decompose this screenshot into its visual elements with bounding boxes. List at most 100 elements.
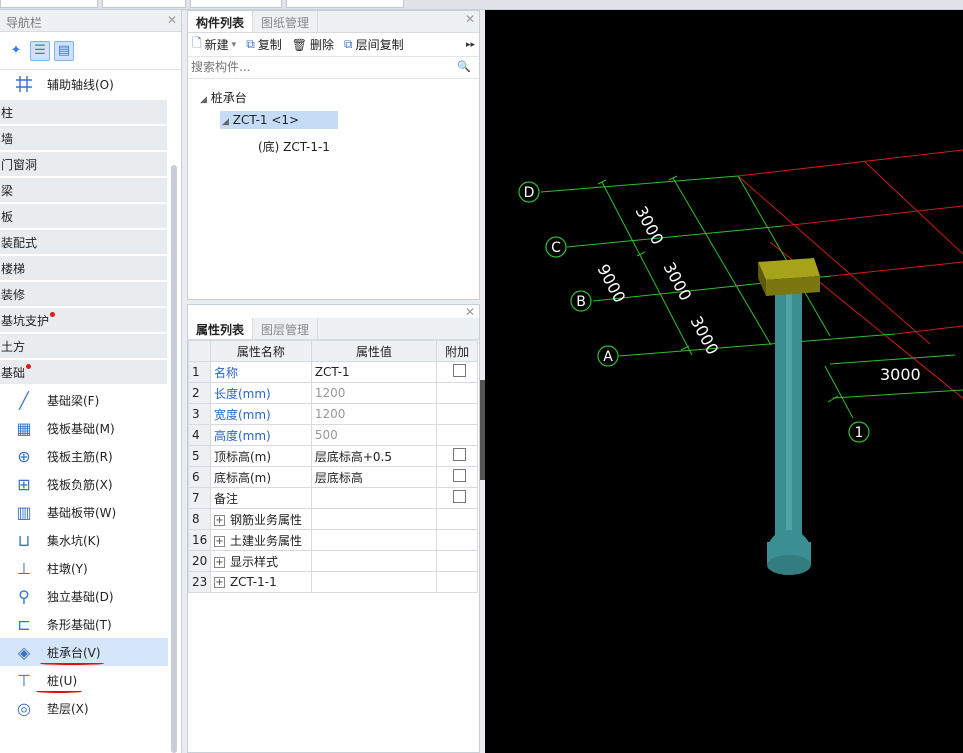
nav-category[interactable]: 土方 xyxy=(0,334,167,358)
property-name: 顶标高(m) xyxy=(209,445,312,467)
property-row[interactable]: 23 + ZCT-1-1 xyxy=(188,571,478,593)
more-icon[interactable]: ▸▸ xyxy=(466,40,475,50)
close-icon[interactable]: ✕ xyxy=(465,305,475,319)
delete-button[interactable]: 🗑 删除 xyxy=(292,36,334,53)
type-selector[interactable] xyxy=(190,0,282,8)
nav-category[interactable]: 装修 xyxy=(0,282,167,306)
search-input[interactable] xyxy=(188,57,448,77)
expand-icon[interactable]: + xyxy=(213,535,225,547)
nav-header: 导航栏 ✕ xyxy=(0,10,181,32)
nav-item-label: 垫层(X) xyxy=(47,701,89,716)
pile-model[interactable] xyxy=(758,258,820,575)
floor-selector[interactable] xyxy=(0,0,98,8)
property-row[interactable]: 16 + 土建业务属性 xyxy=(188,529,478,551)
property-value[interactable]: 1200 xyxy=(310,382,438,404)
nav-item[interactable]: ⊏ 条形基础(T) xyxy=(0,610,181,638)
collapse-icon[interactable]: ◢ xyxy=(222,117,229,127)
nav-item[interactable]: ⊔ 集水坑(K) xyxy=(0,526,181,554)
expand-icon[interactable]: + xyxy=(213,556,225,568)
close-icon[interactable]: ✕ xyxy=(167,13,177,27)
nav-category[interactable]: 基坑支护 xyxy=(0,308,167,332)
property-row[interactable]: 7 备注 xyxy=(188,487,478,509)
notification-dot xyxy=(26,363,32,369)
property-row[interactable]: 3 宽度(mm) 1200 xyxy=(188,403,478,425)
property-row[interactable]: 2 长度(mm) 1200 xyxy=(188,382,478,404)
floor-copy-button[interactable]: ⧉ 层间复制 xyxy=(344,36,404,53)
property-value[interactable] xyxy=(310,571,438,593)
property-row[interactable]: 6 底标高(m) 层底标高 xyxy=(188,466,478,488)
tab-component-list[interactable]: 构件列表 xyxy=(188,11,254,32)
nav-category[interactable]: 楼梯 xyxy=(0,256,167,280)
nav-item[interactable]: ◎ 垫层(X) xyxy=(0,694,181,722)
property-value[interactable] xyxy=(310,550,438,572)
nav-category[interactable]: 柱 xyxy=(0,100,167,124)
component-toolbar: 🗋 新建 ▾ ⧉ 复制 🗑 删除 ⧉ 层间复制 ▸▸ xyxy=(188,33,479,57)
close-icon[interactable]: ✕ xyxy=(465,12,475,26)
pin-icon[interactable]: ✦ xyxy=(6,41,26,61)
new-button[interactable]: 🗋 新建 ▾ xyxy=(192,34,236,55)
property-row[interactable]: 20 + 显示样式 xyxy=(188,550,478,572)
nav-category[interactable]: 门窗洞 xyxy=(0,152,167,176)
nav-item[interactable]: ⊥ 柱墩(Y) xyxy=(0,554,181,582)
nav-category[interactable]: 板 xyxy=(0,204,167,228)
category-selector[interactable] xyxy=(102,0,186,8)
property-value[interactable]: ZCT-1 xyxy=(310,361,438,383)
nav-item[interactable]: ◈ 桩承台(V) xyxy=(0,638,168,666)
search-icon[interactable]: 🔍 xyxy=(457,60,471,73)
column-pier-icon: ⊥ xyxy=(17,558,31,578)
tab-layer-management[interactable]: 图层管理 xyxy=(253,318,319,339)
property-row[interactable]: 4 高度(mm) 500 xyxy=(188,424,478,446)
nav-category[interactable]: 墙 xyxy=(0,126,167,150)
dim-label: 3000 xyxy=(631,203,667,248)
nav-category-label: 装修 xyxy=(1,287,26,302)
tab-property-list[interactable]: 属性列表 xyxy=(188,318,254,339)
extra-checkbox[interactable] xyxy=(453,469,467,482)
viewport-canvas[interactable]: D C B A 1 3000 3000 3000 9000 3000 xyxy=(485,10,963,753)
nav-category-label: 柱 xyxy=(1,105,14,120)
list-view-icon[interactable]: ☰ xyxy=(30,40,50,61)
nav-item[interactable]: ⊕ 筏板主筋(R) xyxy=(0,442,181,470)
tree-root[interactable]: ◢ 桩承台 xyxy=(200,89,247,106)
nav-category-label: 板 xyxy=(1,209,14,224)
dim-label: 3000 xyxy=(880,365,921,384)
copy-button[interactable]: ⧉ 复制 xyxy=(246,36,282,53)
expand-icon[interactable]: + xyxy=(213,577,225,588)
component-selector[interactable] xyxy=(286,0,404,8)
extra-checkbox[interactable] xyxy=(453,448,467,461)
property-extra xyxy=(436,550,478,572)
nav-item-aux-axis[interactable]: 辅助轴线(O) xyxy=(0,70,181,98)
nav-category[interactable]: 装配式 xyxy=(0,230,167,254)
tree-node-zct1-1[interactable]: (底) ZCT-1-1 xyxy=(258,138,330,155)
dim-label: 9000 xyxy=(593,261,629,306)
property-value[interactable]: 1200 xyxy=(310,403,438,425)
detail-view-icon[interactable]: ▤ xyxy=(54,40,74,61)
nav-category[interactable]: 梁 xyxy=(0,178,167,202)
nav-item[interactable]: ▥ 基础板带(W) xyxy=(0,498,181,526)
chevron-down-icon[interactable]: ▾ xyxy=(232,40,237,50)
nav-item[interactable]: ⊞ 筏板负筋(X) xyxy=(0,470,181,498)
tab-drawing-management[interactable]: 图纸管理 xyxy=(253,11,319,32)
property-value[interactable] xyxy=(310,508,438,530)
row-number: 20 xyxy=(188,550,211,572)
nav-item[interactable]: ⊤ 桩(U) xyxy=(0,666,181,694)
property-value[interactable]: 层底标高 xyxy=(310,466,438,488)
nav-item[interactable]: ▦ 筏板基础(M) xyxy=(0,414,181,442)
collapse-icon[interactable]: ◢ xyxy=(200,95,207,105)
property-value[interactable] xyxy=(310,529,438,551)
property-value[interactable]: 500 xyxy=(310,424,438,446)
nav-scrollbar[interactable] xyxy=(171,165,177,753)
copy-icon: ⧉ xyxy=(246,37,255,51)
property-row[interactable]: 8 + 钢筋业务属性 xyxy=(188,508,478,530)
3d-viewport[interactable]: D C B A 1 3000 3000 3000 9000 3000 xyxy=(485,10,963,753)
property-row[interactable]: 1 名称 ZCT-1 xyxy=(188,361,478,383)
property-value[interactable] xyxy=(310,487,438,509)
nav-category[interactable]: 基础 xyxy=(0,360,167,384)
extra-checkbox[interactable] xyxy=(453,490,467,503)
property-value[interactable]: 层底标高+0.5 xyxy=(310,445,438,467)
expand-icon[interactable]: + xyxy=(213,514,225,526)
extra-checkbox[interactable] xyxy=(453,364,467,377)
tree-node-zct1[interactable]: ◢ ZCT-1 <1> xyxy=(220,111,338,129)
property-row[interactable]: 5 顶标高(m) 层底标高+0.5 xyxy=(188,445,478,467)
nav-item[interactable]: ╱ 基础梁(F) xyxy=(0,386,181,414)
nav-item[interactable]: ⚲ 独立基础(D) xyxy=(0,582,181,610)
